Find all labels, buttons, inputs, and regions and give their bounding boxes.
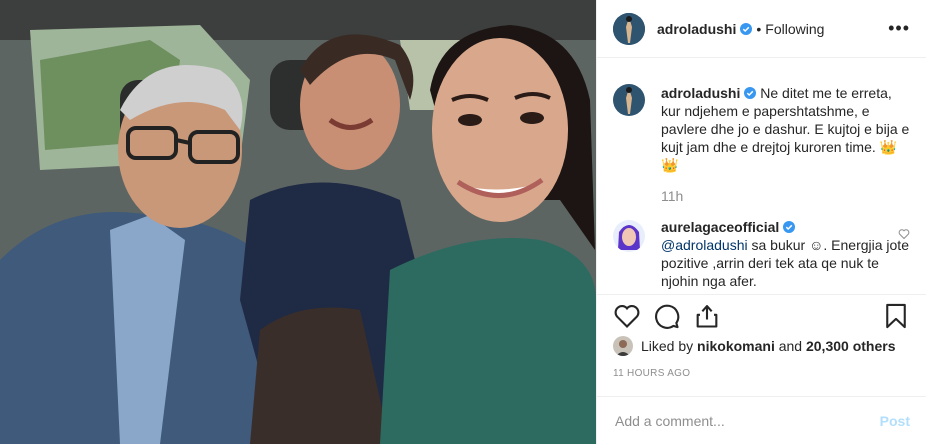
verified-badge-icon — [744, 87, 757, 99]
comment-icon[interactable] — [653, 302, 681, 330]
likes-joiner: and — [778, 338, 803, 354]
comment-body: aurelagaceofficial @adroladushi sa bukur… — [661, 218, 910, 290]
comment-mention[interactable]: @adroladushi — [661, 237, 748, 253]
add-comment-bar: Post — [597, 396, 926, 444]
verified-badge-icon — [783, 221, 796, 233]
caption-body: adroladushi Ne ditet me te erreta, kur n… — [661, 84, 910, 174]
liker-avatar[interactable] — [613, 336, 633, 356]
liker-username[interactable]: nikokomani — [697, 338, 775, 354]
caption-time[interactable]: 11h — [661, 188, 910, 204]
post-comment-button[interactable]: Post — [880, 413, 910, 429]
likes-summary: Liked by nikokomani and 20,300 others — [613, 336, 895, 356]
commenter-avatar-image — [613, 220, 645, 252]
share-icon[interactable] — [693, 302, 721, 330]
author-avatar-image — [613, 12, 645, 45]
verified-badge-icon — [740, 22, 753, 35]
liker-avatar-image — [613, 336, 633, 356]
post-photo-illustration — [0, 0, 596, 444]
comment-like-heart-icon[interactable] — [898, 228, 910, 240]
heart-icon[interactable] — [613, 302, 641, 330]
following-button[interactable]: Following — [765, 21, 824, 37]
post-timestamp[interactable]: 11 HOURS AGO — [613, 368, 690, 379]
caption: adroladushi Ne ditet me te erreta, kur n… — [613, 70, 910, 174]
post-photo[interactable] — [0, 0, 596, 444]
caption-username[interactable]: adroladushi — [661, 85, 740, 101]
post-sidebar: adroladushi • Following ••• adroladushi … — [596, 0, 926, 444]
comment-item: aurelagaceofficial @adroladushi sa bukur… — [613, 218, 910, 290]
add-comment-input[interactable] — [613, 411, 880, 430]
caption-avatar[interactable] — [613, 84, 645, 116]
author-avatar[interactable] — [613, 12, 645, 45]
header-separator: • — [756, 20, 762, 37]
post-header: adroladushi • Following ••• — [597, 0, 926, 58]
author-username[interactable]: adroladushi — [657, 21, 736, 37]
comments-section: adroladushi Ne ditet me te erreta, kur n… — [597, 70, 926, 292]
action-bar — [597, 294, 926, 336]
caption-avatar-image — [613, 84, 645, 116]
bookmark-icon[interactable] — [882, 302, 910, 330]
commenter-avatar[interactable] — [613, 220, 645, 252]
instagram-post: adroladushi • Following ••• adroladushi … — [0, 0, 926, 444]
likes-prefix: Liked by — [641, 338, 694, 354]
likes-count-link[interactable]: 20,300 others — [806, 338, 896, 354]
more-options-icon[interactable]: ••• — [888, 18, 910, 39]
comment-username[interactable]: aurelagaceofficial — [661, 219, 779, 235]
